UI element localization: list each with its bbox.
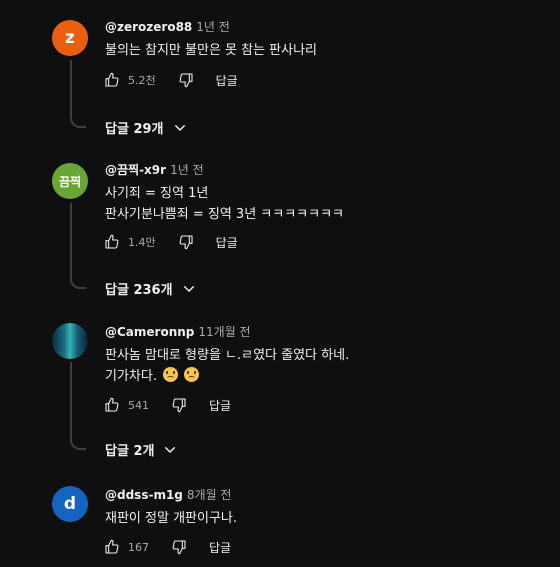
comment-time[interactable]: 1년 전 [170, 163, 204, 177]
comment-text: 불의는 참지만 불만은 못 참는 판사나리 [105, 40, 317, 61]
thumbs-down-icon [179, 235, 193, 250]
avatar[interactable]: z [52, 20, 88, 56]
like-button[interactable] [104, 539, 120, 555]
avatar-letter: d [63, 494, 77, 514]
show-replies-button[interactable]: 답글 2개 [105, 440, 178, 459]
comment-line: 판사기분나쁨죄 = 징역 3년 ㅋㅋㅋㅋㅋㅋㅋ [105, 207, 345, 222]
comment-text: 재판이 정말 개판이구나. [105, 508, 237, 529]
comment-author[interactable]: @zerozero88 [105, 20, 192, 34]
dislike-button[interactable] [171, 539, 187, 555]
thread-connector [70, 277, 86, 289]
chevron-down-icon [174, 124, 185, 131]
comment-line: 기가차다. [105, 369, 157, 384]
reply-button[interactable]: 답글 [216, 72, 238, 89]
show-replies-button[interactable]: 답글 29개 [105, 118, 188, 137]
thumbs-down-icon [172, 398, 186, 413]
comment-header: @ddss-m1g 8개월 전 [105, 486, 231, 503]
avatar[interactable] [52, 323, 88, 359]
comment-actions: 1.4만 답글 [104, 232, 238, 252]
replies-count: 답글 236개 [105, 283, 173, 298]
like-button[interactable] [104, 397, 120, 413]
avatar[interactable]: 끔찍 [52, 163, 88, 199]
like-count: 1.4만 [128, 236, 156, 249]
sad-face-emoji [184, 367, 200, 382]
comment-actions: 167 답글 [104, 537, 231, 557]
comment-line-with-emoji: 기가차다. [105, 366, 349, 387]
avatar-letter: z [65, 28, 75, 48]
thumbs-up-icon [105, 72, 119, 87]
thread-line [70, 60, 72, 116]
like-count: 541 [128, 398, 149, 412]
like-count: 5.2천 [128, 74, 156, 87]
thread-line [70, 203, 72, 277]
thread-line [70, 362, 72, 438]
avatar-letter: 끔찍 [58, 174, 82, 189]
comment-header: @끔찍-x9r 1년 전 [105, 161, 204, 178]
comment-line: 불의는 참지만 불만은 못 참는 판사나리 [105, 43, 318, 58]
comment-author[interactable]: @ddss-m1g [105, 488, 183, 502]
thumbs-up-icon [105, 397, 119, 412]
thumbs-up-icon [105, 234, 119, 249]
thumbs-down-icon [179, 73, 193, 88]
comment-line: 재판이 정말 개판이구나. [105, 511, 237, 526]
comment-header: @Cameronnp 11개월 전 [105, 323, 251, 340]
dislike-button[interactable] [171, 397, 187, 413]
comment-text: 사기죄 = 징역 1년 판사기분나쁨죄 = 징역 3년 ㅋㅋㅋㅋㅋㅋㅋ [105, 183, 344, 225]
comment-time[interactable]: 1년 전 [196, 20, 230, 34]
like-count: 167 [128, 540, 149, 554]
thumbs-down-icon [172, 540, 186, 555]
comment-line: 사기죄 = 징역 1년 [105, 186, 209, 201]
replies-count: 답글 29개 [105, 122, 164, 137]
comment-actions: 5.2천 답글 [104, 70, 238, 90]
comment-line: 판사놈 맘대로 형량을 ㄴ.ㄹ였다 줄였다 하네. [105, 348, 350, 363]
like-button[interactable] [104, 72, 120, 88]
thread-connector [70, 438, 86, 450]
reply-button[interactable]: 답글 [209, 539, 231, 556]
comment-text: 판사놈 맘대로 형량을 ㄴ.ㄹ였다 줄였다 하네. 기가차다. [105, 345, 349, 387]
show-replies-button[interactable]: 답글 236개 [105, 279, 197, 298]
comment-author[interactable]: @Cameronnp [105, 325, 194, 339]
comment-time[interactable]: 11개월 전 [198, 325, 250, 339]
like-button[interactable] [104, 234, 120, 250]
thread-connector [70, 116, 86, 128]
comment-author[interactable]: @끔찍-x9r [105, 163, 166, 177]
comment-header: @zerozero88 1년 전 [105, 18, 230, 35]
dislike-button[interactable] [178, 72, 194, 88]
reply-button[interactable]: 답글 [216, 234, 238, 251]
chevron-down-icon [165, 446, 176, 453]
reply-button[interactable]: 답글 [209, 397, 231, 414]
replies-count: 답글 2개 [105, 444, 155, 459]
comment-time[interactable]: 8개월 전 [187, 488, 232, 502]
avatar[interactable]: d [52, 486, 88, 522]
comment-actions: 541 답글 [104, 395, 231, 415]
chevron-down-icon [183, 285, 194, 292]
sad-face-emoji [163, 367, 179, 382]
dislike-button[interactable] [178, 234, 194, 250]
thumbs-up-icon [105, 539, 119, 554]
